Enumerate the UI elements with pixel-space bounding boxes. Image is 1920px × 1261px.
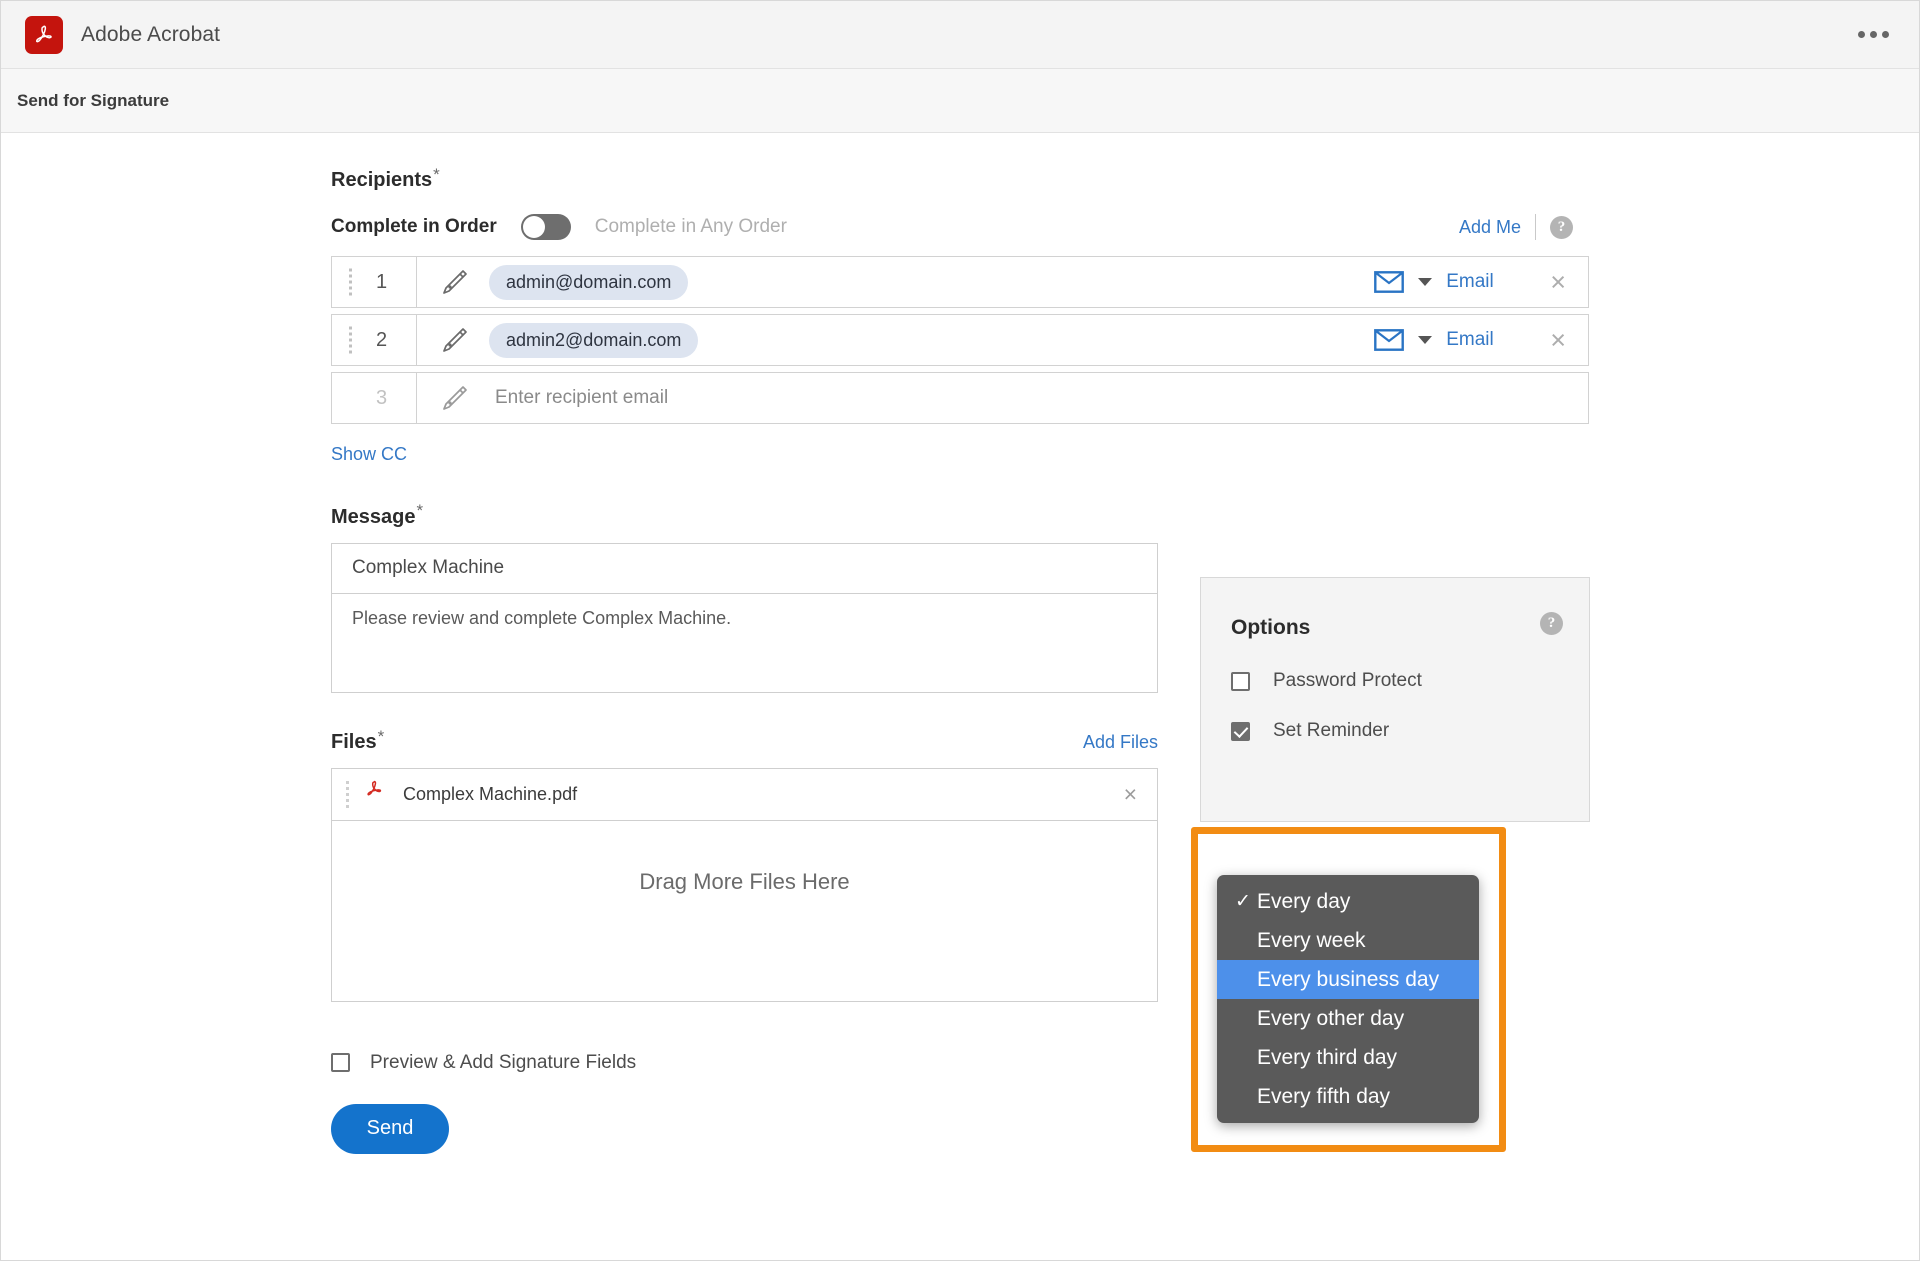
dropdown-item-label: Every day [1257,889,1351,913]
dropdown-item-every-week[interactable]: Every week [1217,921,1479,960]
toggle-knob [522,216,545,239]
dropdown-item-every-other-day[interactable]: Every other day [1217,999,1479,1038]
files-box: Complex Machine.pdf × Drag More Files He… [331,767,1158,1002]
signer-pen-icon [417,383,489,413]
add-me-group: Add Me ? [1459,214,1601,241]
files-heading: Files* [331,727,384,754]
recipient-order-cell: 1 [332,257,417,308]
recipient-number: 3 [376,386,388,409]
signer-pen-icon [417,325,489,355]
recipient-list: 1 admin@domain.com Email × 2 admin2@doma… [331,256,1589,425]
dropdown-item-label: Every business day [1257,967,1440,991]
recipient-email-input[interactable]: Enter recipient email [489,387,668,409]
recipient-delivery-group: Email × [1374,326,1588,354]
dropdown-item-label: Every week [1257,928,1366,952]
remove-recipient-button[interactable]: × [1550,326,1566,354]
add-me-button[interactable]: Add Me [1459,217,1521,238]
preview-signature-checkbox[interactable] [331,1053,350,1073]
set-reminder-checkbox[interactable] [1231,721,1250,741]
send-button[interactable]: Send [331,1103,449,1154]
file-list-item[interactable]: Complex Machine.pdf × [332,769,1157,821]
message-label: Message [331,505,416,528]
dropdown-item-label: Every third day [1257,1045,1398,1069]
set-reminder-label: Set Reminder [1273,720,1390,741]
dropdown-item-every-third-day[interactable]: Every third day [1217,1038,1479,1077]
recipients-heading: Recipients* [331,165,1601,192]
drag-handle-icon[interactable] [349,268,352,296]
drag-handle-icon[interactable] [346,780,349,808]
recipient-delivery-label[interactable]: Email [1446,329,1504,351]
recipient-email-chip[interactable]: admin2@domain.com [489,322,699,358]
recipient-delivery-label[interactable]: Email [1446,271,1504,293]
recipient-number: 1 [376,270,388,293]
checkmark-icon: ✓ [1235,891,1251,912]
dropdown-item-every-business-day[interactable]: Every business day [1217,960,1479,999]
sub-header: Send for Signature [1,69,1919,133]
acrobat-logo-icon [25,15,63,54]
recipient-row[interactable]: 1 admin@domain.com Email × [331,256,1589,309]
preview-signature-fields-row[interactable]: Preview & Add Signature Fields [331,1052,661,1074]
password-protect-checkbox[interactable] [1231,671,1250,691]
main-content: Recipients* Complete in Order Complete i… [1,133,1919,1260]
complete-order-toggle[interactable] [520,214,571,241]
dropdown-item-every-day[interactable]: ✓ Every day [1217,882,1479,921]
recipient-row-empty[interactable]: 3 Enter recipient email [331,372,1589,425]
preview-signature-label: Preview & Add Signature Fields [370,1051,637,1073]
message-required-mark: * [416,501,424,521]
recipient-delivery-group: Email × [1374,268,1588,296]
message-box: Complex Machine Please review and comple… [331,542,1158,693]
show-cc-link[interactable]: Show CC [331,444,407,465]
title-bar: Adobe Acrobat [1,1,1919,69]
chevron-down-icon[interactable] [1418,336,1433,345]
page-title: Send for Signature [17,90,170,110]
envelope-icon[interactable] [1374,271,1405,294]
message-subject-input[interactable]: Complex Machine [332,544,1157,594]
pdf-file-icon [363,778,387,811]
files-required-mark: * [377,726,385,746]
divider [1535,214,1536,241]
kebab-menu-icon[interactable] [1852,21,1895,48]
recipient-number: 2 [376,328,388,351]
files-heading-row: Files* Add Files [331,727,1158,754]
complete-order-row: Complete in Order Complete in Any Order … [331,210,1601,244]
option-password-protect[interactable]: Password Protect [1231,670,1422,692]
chevron-down-icon[interactable] [1418,278,1433,287]
dropdown-item-label: Every fifth day [1257,1084,1391,1108]
option-set-reminder[interactable]: Set Reminder [1231,720,1389,742]
options-title: Options [1231,616,1311,639]
file-dropzone[interactable]: Drag More Files Here [332,821,1157,1001]
recipients-help-icon[interactable]: ? [1550,215,1573,239]
file-name: Complex Machine.pdf [403,783,578,804]
recipients-label: Recipients [331,169,433,192]
recipient-order-cell: 3 [332,373,417,424]
adobe-acrobat-send-for-signature-window: Adobe Acrobat Send for Signature Recipie… [0,0,1920,1261]
files-label: Files [331,730,377,753]
message-body-textarea[interactable]: Please review and complete Complex Machi… [332,594,1157,692]
recipient-row[interactable]: 2 admin2@domain.com Email × [331,314,1589,367]
options-help-icon[interactable]: ? [1540,612,1563,635]
options-panel: Options ? Password Protect Set Reminder [1200,577,1590,822]
dropdown-item-label: Every other day [1257,1006,1405,1030]
envelope-icon[interactable] [1374,329,1405,352]
drag-handle-icon[interactable] [349,326,352,354]
recipients-required-mark: * [433,165,440,184]
dropdown-item-every-fifth-day[interactable]: Every fifth day [1217,1077,1479,1116]
remove-file-button[interactable]: × [1124,782,1137,806]
add-files-button[interactable]: Add Files [1083,732,1158,753]
remove-recipient-button[interactable]: × [1550,268,1566,296]
complete-any-order-label: Complete in Any Order [594,216,787,238]
app-title: Adobe Acrobat [81,22,221,46]
recipient-order-cell: 2 [332,315,417,366]
recipient-email-chip[interactable]: admin@domain.com [489,264,689,300]
reminder-frequency-dropdown[interactable]: ✓ Every day Every week Every business da… [1217,875,1479,1123]
complete-in-order-label: Complete in Order [331,216,497,238]
signer-pen-icon [417,267,489,297]
message-heading: Message* [331,501,1601,528]
password-protect-label: Password Protect [1273,670,1422,691]
